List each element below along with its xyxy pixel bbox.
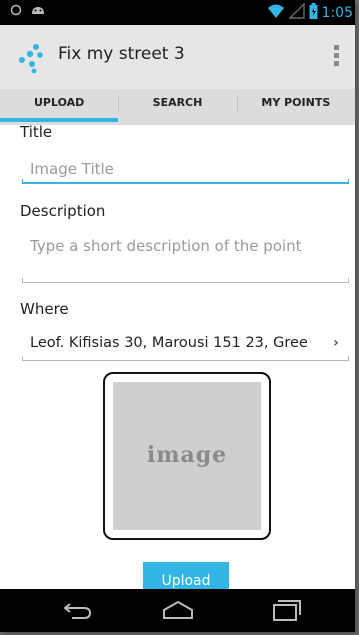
recents-icon[interactable]: [268, 598, 304, 622]
description-label: Description: [20, 202, 106, 220]
overflow-menu-icon[interactable]: [333, 45, 341, 69]
signal-icon: [287, 2, 305, 23]
app-title: Fix my street 3: [58, 44, 185, 64]
title-input-underline: [22, 179, 349, 184]
phone-screen: 1:05 Fix my street 3 UPLOAD SEARCH MY PO…: [0, 0, 355, 632]
status-bar: 1:05: [0, 0, 355, 25]
where-part: 151 23, Gree: [208, 335, 308, 351]
navigation-bar: [0, 589, 355, 632]
where-part: Leof.: [30, 335, 65, 351]
where-input-underline: [22, 356, 349, 361]
where-label: Where: [20, 300, 69, 318]
where-part: 30,: [119, 335, 152, 351]
android-icon: [30, 4, 46, 20]
where-input[interactable]: Leof. Kifisias 30, Marousi 151 23, Gree: [30, 335, 335, 351]
title-label: Title: [20, 123, 53, 141]
image-picker[interactable]: image: [103, 372, 271, 540]
status-time: 1:05: [321, 5, 353, 21]
image-placeholder-text: image: [146, 442, 228, 468]
description-input-underline: [22, 278, 349, 283]
tab-upload[interactable]: UPLOAD: [0, 89, 119, 125]
image-placeholder: image: [113, 382, 261, 530]
circle-icon: [10, 4, 22, 20]
back-icon[interactable]: [60, 598, 96, 622]
battery-icon: [309, 3, 318, 23]
where-part: Kifisias: [68, 335, 120, 351]
upload-button[interactable]: Upload: [143, 562, 229, 592]
app-logo-icon: [18, 43, 48, 74]
where-part: Marousi: [151, 335, 209, 351]
tab-search[interactable]: SEARCH: [118, 89, 236, 125]
where-scroll-arrow-icon: ›: [333, 335, 339, 351]
tab-bar: UPLOAD SEARCH MY POINTS: [0, 89, 355, 125]
description-input[interactable]: [22, 235, 355, 257]
title-input[interactable]: [22, 158, 355, 180]
wifi-icon: [267, 3, 285, 23]
action-bar: Fix my street 3: [0, 25, 355, 90]
home-icon[interactable]: [160, 598, 196, 622]
tab-my-points[interactable]: MY POINTS: [236, 89, 355, 125]
